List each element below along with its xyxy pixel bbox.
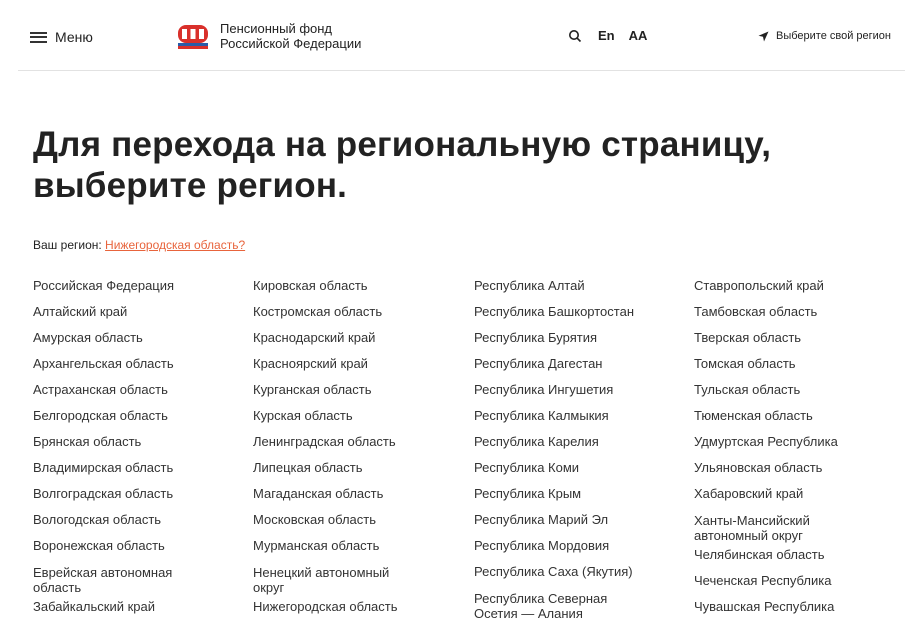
region-link[interactable]: Кировская область: [253, 279, 463, 292]
region-link[interactable]: Архангельская область: [33, 357, 243, 370]
region-link[interactable]: Амурская область: [33, 331, 243, 344]
region-link[interactable]: Волгоградская область: [33, 487, 243, 500]
region-link[interactable]: Астраханская область: [33, 383, 243, 396]
region-link[interactable]: Республика Алтай: [474, 279, 684, 292]
menu-button[interactable]: Меню: [30, 29, 93, 45]
region-link[interactable]: Краснодарский край: [253, 331, 463, 344]
location-arrow-icon: [758, 31, 769, 41]
site-logo[interactable]: Пенсионный фонд Российской Федерации: [176, 21, 361, 51]
region-link[interactable]: Республика Карелия: [474, 435, 684, 448]
region-link[interactable]: Ненецкий автономный округ: [253, 565, 423, 595]
region-link[interactable]: Ханты-Мансийский автономный округ: [694, 513, 834, 543]
region-link[interactable]: Республика Бурятия: [474, 331, 684, 344]
region-link[interactable]: Республика Мордовия: [474, 539, 684, 552]
hamburger-icon: [30, 31, 47, 43]
region-column-1: Российская Федерация Алтайский край Амурск…: [33, 279, 243, 626]
region-link[interactable]: Курская область: [253, 409, 463, 422]
region-link[interactable]: Ленинградская область: [253, 435, 463, 448]
region-link[interactable]: Владимирская область: [33, 461, 243, 474]
region-link[interactable]: Республика Марий Эл: [474, 513, 684, 526]
region-link[interactable]: Алтайский край: [33, 305, 243, 318]
site-header: Меню Пенсионный фонд Российской Федераци…: [18, 0, 905, 71]
region-link[interactable]: Республика Ингушетия: [474, 383, 684, 396]
region-link[interactable]: Московская область: [253, 513, 463, 526]
page-title: Для перехода на региональную страницу, в…: [33, 124, 873, 206]
language-switch[interactable]: En: [598, 28, 615, 43]
region-link[interactable]: Ульяновская область: [694, 461, 904, 474]
region-link[interactable]: Костромская область: [253, 305, 463, 318]
region-link[interactable]: Тульская область: [694, 383, 904, 396]
accessibility-toggle[interactable]: AA: [629, 28, 648, 43]
region-link[interactable]: Томская область: [694, 357, 904, 370]
region-link[interactable]: Удмуртская Республика: [694, 435, 904, 448]
region-link[interactable]: Республика Коми: [474, 461, 684, 474]
region-link[interactable]: Воронежская область: [33, 539, 243, 552]
menu-label: Меню: [55, 29, 93, 45]
region-link[interactable]: Республика Дагестан: [474, 357, 684, 370]
page-title-line-1: Для перехода на региональную страницу,: [33, 125, 772, 164]
region-link[interactable]: Российская Федерация: [33, 279, 243, 292]
region-link[interactable]: Тамбовская область: [694, 305, 904, 318]
region-link[interactable]: Тюменская область: [694, 409, 904, 422]
region-link[interactable]: Брянская область: [33, 435, 243, 448]
your-region-label: Ваш регион:: [33, 238, 102, 252]
header-tools: En AA: [568, 28, 647, 43]
region-link[interactable]: Челябинская область: [694, 548, 904, 561]
region-link[interactable]: Чувашская Республика: [694, 600, 904, 613]
region-link[interactable]: Вологодская область: [33, 513, 243, 526]
region-link[interactable]: Магаданская область: [253, 487, 463, 500]
your-region: Ваш регион: Нижегородская область?: [33, 238, 245, 252]
your-region-link[interactable]: Нижегородская область?: [105, 238, 245, 252]
page-title-line-2: выберите регион.: [33, 166, 348, 205]
region-column-2: Кировская область Костромская область Крас…: [253, 279, 463, 626]
region-link[interactable]: Мурманская область: [253, 539, 463, 552]
pfr-logo-icon: [178, 25, 208, 49]
region-link[interactable]: Красноярский край: [253, 357, 463, 370]
region-selector[interactable]: Выберите свой регион: [758, 30, 891, 42]
region-column-3: Республика Алтай Республика Башкортостан Р…: [474, 279, 684, 626]
region-link[interactable]: Ставропольский край: [694, 279, 904, 292]
region-link[interactable]: Еврейская автономная область: [33, 565, 203, 595]
region-selector-label: Выберите свой регион: [775, 30, 891, 42]
region-link[interactable]: Республика Саха (Якутия): [474, 565, 684, 578]
region-link[interactable]: Республика Крым: [474, 487, 684, 500]
region-link[interactable]: Чеченская Республика: [694, 574, 904, 587]
region-link[interactable]: Республика Северная Осетия — Алания: [474, 591, 624, 621]
region-link[interactable]: Республика Калмыкия: [474, 409, 684, 422]
region-link[interactable]: Тверская область: [694, 331, 904, 344]
logo-line-2: Российской Федерации: [220, 36, 362, 51]
region-link[interactable]: Республика Башкортостан: [474, 305, 684, 318]
search-icon[interactable]: [568, 29, 582, 43]
region-link[interactable]: Липецкая область: [253, 461, 463, 474]
logo-line-1: Пенсионный фонд: [220, 21, 333, 36]
region-link[interactable]: Нижегородская область: [253, 600, 463, 613]
region-link[interactable]: Белгородская область: [33, 409, 243, 422]
logo-text: Пенсионный фонд Российской Федерации: [220, 21, 361, 51]
region-link[interactable]: Хабаровский край: [694, 487, 904, 500]
region-column-4: Ставропольский край Тамбовская область Тве…: [694, 279, 904, 626]
region-link[interactable]: Курганская область: [253, 383, 463, 396]
region-link[interactable]: Забайкальский край: [33, 600, 243, 613]
